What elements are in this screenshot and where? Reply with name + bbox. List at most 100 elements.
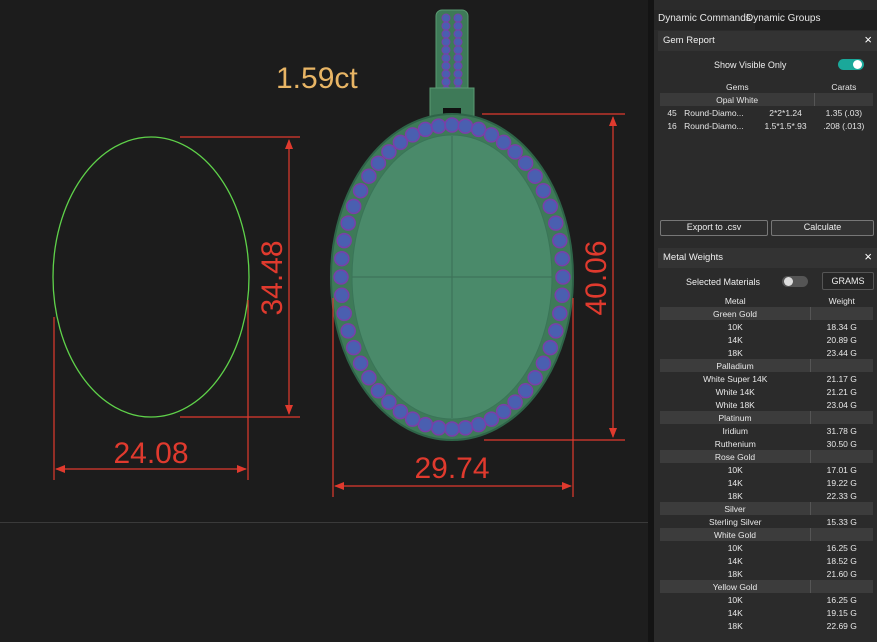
table-row[interactable]: 18K 22.33 G: [660, 489, 873, 502]
metal-group-row: Green Gold: [660, 307, 873, 320]
metal-weight: 20.89 G: [826, 334, 857, 345]
export-csv-button[interactable]: Export to .csv: [660, 220, 768, 236]
gem-stone: [470, 121, 487, 138]
close-icon[interactable]: ×: [864, 249, 872, 264]
metal-weights-header: Metal Weights ×: [658, 248, 877, 268]
table-row[interactable]: Ruthenium 30.50 G: [660, 437, 873, 450]
gem-stone: [404, 127, 421, 143]
gem-stone: [441, 53, 451, 63]
metal-group-row: White Gold: [660, 528, 873, 541]
gem-report-title: Gem Report: [663, 35, 715, 46]
metal-name: 14K: [727, 555, 743, 566]
gem-stone: [542, 198, 559, 215]
calculate-button[interactable]: Calculate: [771, 220, 874, 236]
metal-weight: 16.25 G: [826, 594, 857, 605]
gem-stone: [535, 182, 552, 199]
table-row[interactable]: 45 Round-Diamo... 2*2*1.24 1.35 (.03): [660, 106, 873, 119]
carat-total-label: 1.59ct: [276, 62, 358, 95]
gem-stone: [333, 269, 349, 285]
right-panel: Dynamic Commands Dynamic Groups Gem Repo…: [654, 0, 877, 642]
gem-stone: [453, 53, 463, 63]
gem-stone: [453, 37, 463, 47]
outline-height-dim: 34.48: [256, 240, 289, 315]
gem-stone: [417, 121, 434, 138]
gem-stone: [334, 287, 350, 304]
metal-group-row: Yellow Gold: [660, 580, 873, 593]
metal-weight: 31.78 G: [826, 425, 857, 436]
table-row[interactable]: 10K 16.25 G: [660, 541, 873, 554]
metal-weight: 23.04 G: [826, 399, 857, 410]
tab-dynamic-commands[interactable]: Dynamic Commands: [654, 10, 755, 30]
pendant-height-dim: 40.06: [580, 240, 613, 315]
gem-stone: [441, 13, 451, 23]
metal-weights-title: Metal Weights: [663, 252, 724, 263]
table-row[interactable]: White 18K 23.04 G: [660, 398, 873, 411]
gem-stone: [495, 134, 512, 151]
gem-stone: [441, 29, 451, 39]
table-row[interactable]: Sterling Silver 15.33 G: [660, 515, 873, 528]
gem-stone: [381, 144, 397, 160]
show-visible-only-toggle[interactable]: [838, 59, 864, 70]
unit-grams-button[interactable]: GRAMS: [822, 272, 874, 290]
table-row[interactable]: 10K 18.34 G: [660, 320, 873, 333]
pendant-model[interactable]: [330, 9, 574, 441]
table-row[interactable]: 10K 17.01 G: [660, 463, 873, 476]
gem-stone: [453, 13, 463, 23]
gem-stone: [441, 61, 451, 71]
metal-group-label: Yellow Gold: [660, 580, 811, 593]
table-row[interactable]: 14K 20.89 G: [660, 333, 873, 346]
gem-stone: [334, 250, 350, 267]
viewport-canvas[interactable]: 1.59ct 34.48 24.08 40.06 29.74: [0, 0, 648, 522]
metal-column-header: Metal: [724, 295, 746, 306]
table-row[interactable]: White 14K 21.21 G: [660, 385, 873, 398]
outline-width-dim: 24.08: [113, 437, 188, 470]
table-row[interactable]: 18K 22.69 G: [660, 619, 873, 632]
table-row[interactable]: 14K 19.22 G: [660, 476, 873, 489]
selected-materials-label: Selected Materials: [686, 277, 761, 287]
table-row[interactable]: Iridium 31.78 G: [660, 424, 873, 437]
metal-name: 10K: [727, 594, 743, 605]
gem-stone: [507, 394, 523, 410]
metal-name: 18K: [727, 347, 743, 358]
gem-stone: [470, 416, 487, 433]
metal-group-label: Platinum: [660, 411, 811, 424]
gem-stone: [444, 421, 460, 437]
outline-ellipse[interactable]: [52, 136, 250, 418]
selected-materials-toggle[interactable]: [782, 276, 808, 287]
table-row[interactable]: White Super 14K 21.17 G: [660, 372, 873, 385]
close-icon[interactable]: ×: [864, 32, 872, 47]
table-row[interactable]: 18K 21.60 G: [660, 567, 873, 580]
metal-weight: 18.34 G: [826, 321, 857, 332]
gem-stone: [392, 403, 409, 420]
gem-stone: [441, 77, 451, 87]
gem-stone: [453, 77, 463, 87]
gem-stone: [554, 250, 570, 267]
gem-stone: [453, 21, 463, 31]
metal-table-header-row: Metal Weight: [660, 294, 873, 307]
metal-name: Sterling Silver: [709, 516, 762, 527]
gem-stone: [352, 355, 369, 372]
design-viewport[interactable]: 1.59ct 34.48 24.08 40.06 29.74: [0, 0, 648, 523]
table-row[interactable]: 14K 19.15 G: [660, 606, 873, 619]
weight-column-header: Weight: [828, 295, 855, 306]
metal-name: White 14K: [715, 386, 755, 397]
table-row[interactable]: 14K 18.52 G: [660, 554, 873, 567]
table-row[interactable]: 16 Round-Diamo... 1.5*1.5*.93 .208 (.013…: [660, 119, 873, 132]
metal-weight: 16.25 G: [826, 542, 857, 553]
gem-stone: [552, 232, 568, 249]
table-row[interactable]: 18K 23.44 G: [660, 346, 873, 359]
metal-weight: 19.15 G: [826, 607, 857, 618]
gem-report-header: Gem Report ×: [658, 31, 877, 51]
gem-stone: [336, 305, 352, 322]
tab-dynamic-groups[interactable]: Dynamic Groups: [742, 10, 824, 30]
gem-stone: [535, 355, 552, 372]
metal-weight: 18.52 G: [826, 555, 857, 566]
metal-weight: 15.33 G: [826, 516, 857, 527]
metal-name: Ruthenium: [714, 438, 756, 449]
table-row[interactable]: 10K 16.25 G: [660, 593, 873, 606]
metal-name: 10K: [727, 321, 743, 332]
metal-group-label: Green Gold: [660, 307, 811, 320]
metal-weight: 19.22 G: [826, 477, 857, 488]
gem-group-label: Opal White: [660, 93, 815, 106]
gem-stone: [340, 215, 356, 231]
